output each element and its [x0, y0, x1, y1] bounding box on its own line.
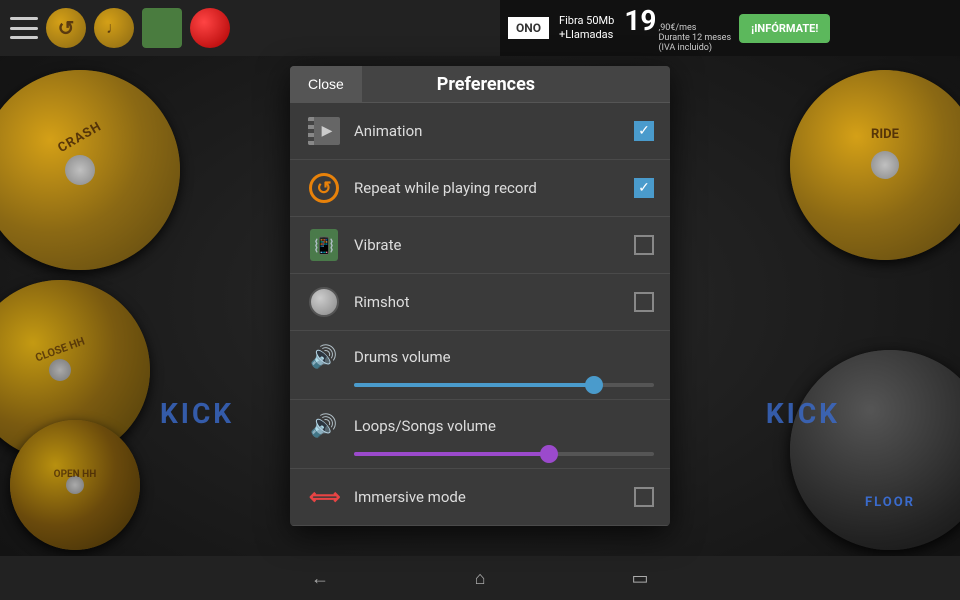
animation-label: Animation [354, 122, 634, 140]
ad-banner: ONO Fibra 50Mb +Llamadas 19 ,90€/mes Dur… [500, 0, 960, 56]
close-button[interactable]: Close [290, 66, 362, 102]
recent-apps-button[interactable]: ▭ [620, 562, 660, 594]
rimshot-checkbox[interactable] [634, 292, 654, 312]
repeat-label: Repeat while playing record [354, 179, 634, 197]
dialog-header: Close Preferences [290, 66, 670, 103]
immersive-preference[interactable]: Immersive mode [290, 469, 670, 526]
preferences-dialog: Close Preferences Animation Repeat while… [290, 66, 670, 526]
loops-volume-header: 🔊 Loops/Songs volume [306, 408, 654, 444]
speaker-blue-icon: 🔊 [310, 345, 337, 370]
refresh-icon: ↺ [58, 16, 75, 40]
ad-cta-button[interactable]: ¡INFÓRMATE! [739, 14, 830, 43]
top-bar-left: ↺ ♩ [10, 8, 230, 48]
back-button[interactable]: ← [300, 562, 340, 594]
immersive-checkbox[interactable] [634, 487, 654, 507]
repeat-checkbox[interactable] [634, 178, 654, 198]
dialog-title: Preferences [362, 74, 670, 95]
bottom-bar: ← ⌂ ▭ [0, 556, 960, 600]
menu-button[interactable] [10, 17, 38, 39]
animation-preference[interactable]: Animation [290, 103, 670, 160]
ad-note2: (IVA incluido) [658, 43, 731, 53]
home-button[interactable]: ⌂ [460, 562, 500, 594]
rimshot-label: Rimshot [354, 293, 634, 311]
drums-volume-icon: 🔊 [306, 339, 342, 375]
drums-volume-control: 🔊 Drums volume [290, 331, 670, 400]
repeat-preference[interactable]: Repeat while playing record [290, 160, 670, 217]
loops-volume-fill [354, 452, 549, 456]
rimshot-preference[interactable]: Rimshot [290, 274, 670, 331]
loops-volume-icon: 🔊 [306, 408, 342, 444]
repeat-icon [306, 170, 342, 206]
home-icon: ⌂ [475, 568, 486, 589]
animation-icon [306, 113, 342, 149]
drums-volume-track[interactable] [354, 383, 654, 387]
ad-price-block: 19 ,90€/mes Durante 12 meses (IVA inclui… [624, 4, 731, 53]
drums-volume-header: 🔊 Drums volume [306, 339, 654, 375]
back-icon: ← [311, 568, 329, 589]
immersive-icon [306, 479, 342, 515]
refresh-button[interactable]: ↺ [46, 8, 86, 48]
loops-volume-track[interactable] [354, 452, 654, 456]
ad-brand: ONO [508, 17, 549, 39]
ad-fibra-text: Fibra 50Mb +Llamadas [549, 14, 624, 43]
green-button[interactable] [142, 8, 182, 48]
immersive-label: Immersive mode [354, 488, 634, 506]
ad-decimal: ,90€/mes [658, 23, 731, 33]
rimshot-icon [306, 284, 342, 320]
ad-price: 19 [624, 4, 656, 37]
loops-volume-thumb[interactable] [540, 445, 558, 463]
drums-volume-label: Drums volume [354, 348, 654, 366]
record-button[interactable]: ♩ [94, 8, 134, 48]
animation-checkbox[interactable] [634, 121, 654, 141]
loops-volume-label: Loops/Songs volume [354, 417, 654, 435]
speaker-purple-icon: 🔊 [310, 414, 337, 439]
loops-volume-control: 🔊 Loops/Songs volume [290, 400, 670, 469]
recent-icon: ▭ [631, 568, 648, 589]
drums-volume-thumb[interactable] [585, 376, 603, 394]
vibrate-checkbox[interactable] [634, 235, 654, 255]
ad-note1: Durante 12 meses [658, 33, 731, 43]
vibrate-preference[interactable]: 📳 Vibrate [290, 217, 670, 274]
vibrate-icon: 📳 [306, 227, 342, 263]
record-icon: ♩ [106, 18, 122, 38]
dialog-overlay: Close Preferences Animation Repeat while… [0, 56, 960, 556]
stop-button[interactable] [190, 8, 230, 48]
top-bar: ↺ ♩ ONO Fibra 50Mb +Llamadas 19 ,90€/mes… [0, 0, 960, 56]
drums-volume-fill [354, 383, 594, 387]
vibrate-label: Vibrate [354, 236, 634, 254]
